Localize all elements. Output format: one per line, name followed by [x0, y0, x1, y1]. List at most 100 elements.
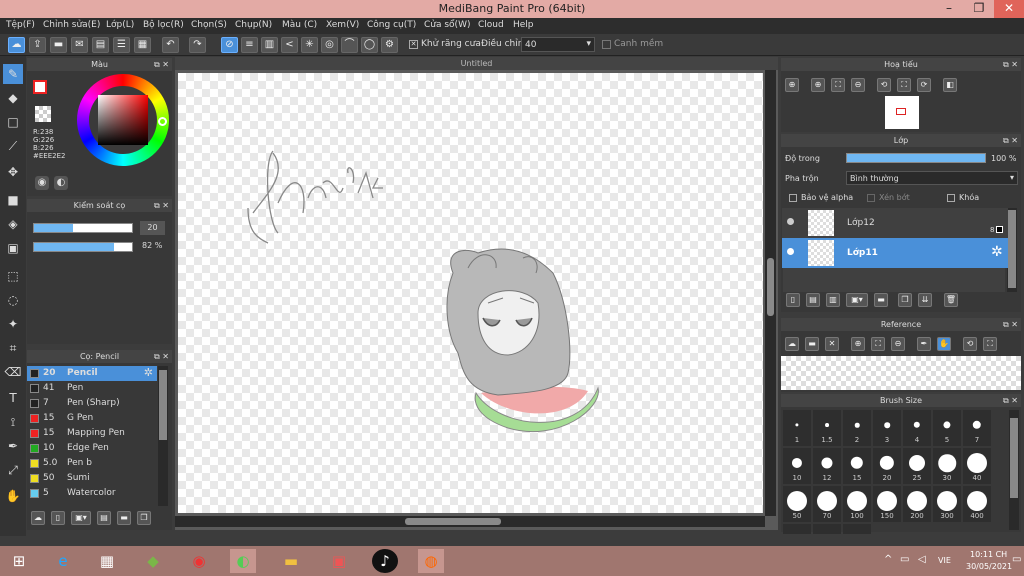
reset-icon[interactable]: ⛶ [983, 337, 997, 351]
zoom-out-icon[interactable]: ⊖ [891, 337, 905, 351]
circle-snap-icon[interactable]: ◎ [321, 37, 338, 53]
brush-size-value[interactable]: 20 [140, 221, 165, 235]
brush-size-preset[interactable]: 100 [843, 486, 871, 522]
duplicate-layer-icon[interactable]: ❐ [898, 293, 912, 307]
comment-icon[interactable]: ▬ [50, 37, 67, 53]
eyedropper-icon[interactable]: ✒ [917, 337, 931, 351]
hand-tool-icon[interactable]: ✋ [3, 486, 23, 506]
brush-tool-icon[interactable]: ✎ [3, 64, 23, 84]
radial-snap-icon[interactable]: ✳ [301, 37, 318, 53]
brush-size-preset[interactable]: 50 [783, 486, 811, 522]
cloud-icon[interactable]: ☁ [8, 37, 25, 53]
brush-item[interactable]: 7 Pen (Sharp) [27, 396, 157, 411]
brush-list-scroll-thumb[interactable] [159, 370, 167, 440]
brush-size-preset[interactable]: 30 [933, 448, 961, 484]
tiktok-icon[interactable]: ♪ [372, 549, 398, 573]
brush-size-preset[interactable]: 150 [873, 486, 901, 522]
volume-icon[interactable]: ◁ [918, 554, 926, 565]
powerpoint-icon[interactable]: ▣ [326, 549, 352, 573]
brush-size-preset[interactable]: 300 [933, 486, 961, 522]
panel-menu-icon[interactable]: ⧉ ✕ [1003, 58, 1018, 71]
clipping-checkbox[interactable] [867, 194, 875, 202]
menu-select[interactable]: Chọn(S) [191, 20, 227, 30]
brush-item[interactable]: 15 G Pen [27, 411, 157, 426]
brush-size-preset[interactable]: 3 [873, 410, 901, 446]
brush-size-slider[interactable] [33, 223, 133, 233]
blend-mode-select[interactable]: Bình thường ▾ [846, 171, 1018, 185]
eyedropper-icon[interactable]: ✒ [3, 436, 23, 456]
protect-alpha-checkbox[interactable] [789, 194, 797, 202]
brush-size-scrollbar[interactable] [1009, 410, 1019, 530]
layer-scroll-thumb[interactable] [1008, 210, 1016, 288]
lock-checkbox[interactable] [947, 194, 955, 202]
brush-size-preset[interactable]: 15 [843, 448, 871, 484]
zoom-in-icon[interactable]: ⊕ [785, 78, 799, 92]
notification-icon[interactable]: ▭ [1012, 554, 1021, 565]
copy-brush-icon[interactable]: ▤ [97, 511, 111, 525]
network-icon[interactable]: ▭ [900, 554, 909, 565]
transparent-swatch[interactable] [35, 106, 51, 122]
snap-checkbox[interactable] [602, 40, 611, 49]
palette-icon[interactable]: ◉ [35, 176, 49, 190]
cloud-icon[interactable]: ☁ [785, 337, 799, 351]
dot-tool-icon[interactable]: □ [3, 112, 23, 132]
magic-wand-icon[interactable]: ✦ [3, 314, 23, 334]
brush-size-preset[interactable] [843, 524, 871, 534]
canvas-hscroll-thumb[interactable] [405, 518, 501, 525]
duplicate-icon[interactable]: ❐ [137, 511, 151, 525]
store-icon[interactable]: ▦ [94, 549, 120, 573]
brush-size-scroll-thumb[interactable] [1010, 418, 1018, 498]
fit-icon[interactable]: ⛶ [831, 78, 845, 92]
zoom-in-icon[interactable]: ⊕ [851, 337, 865, 351]
close-button[interactable]: ✕ [994, 0, 1024, 18]
brush-size-preset[interactable]: 2 [843, 410, 871, 446]
brush-size-preset[interactable]: 12 [813, 448, 841, 484]
brush-list-scrollbar[interactable] [158, 366, 168, 506]
move-tool-icon[interactable]: ✥ [3, 162, 23, 182]
hue-wheel[interactable] [77, 74, 169, 166]
rotate-icon[interactable]: ⟲ [963, 337, 977, 351]
primary-color-swatch[interactable] [33, 80, 47, 94]
select-tool-icon[interactable]: ⬚ [3, 266, 23, 286]
menu-file[interactable]: Tệp(F) [6, 20, 35, 30]
drawing-paper[interactable] [178, 73, 763, 513]
hand-icon[interactable]: ✋ [937, 337, 951, 351]
add-brush-icon[interactable]: ▣▾ [71, 511, 91, 525]
delete-layer-icon[interactable]: 🗑 [944, 293, 958, 307]
brush-size-preset[interactable]: 10 [783, 448, 811, 484]
file-explorer-icon[interactable]: ▬ [278, 549, 304, 573]
new-brush-icon[interactable]: ▯ [51, 511, 65, 525]
brush-size-preset[interactable]: 400 [963, 486, 991, 522]
menu-color[interactable]: Màu (C) [282, 20, 317, 30]
blur-tool-icon[interactable]: ⟋ [3, 136, 23, 156]
open-folder-icon[interactable]: ▬ [805, 337, 819, 351]
saturation-value-square[interactable] [98, 95, 148, 145]
gear-icon[interactable]: ✲ [991, 244, 1003, 260]
merge-layer-icon[interactable]: ⇊ [918, 293, 932, 307]
brush-item[interactable]: 5 Watercolor [27, 486, 157, 501]
brush-size-preset[interactable]: 40 [963, 448, 991, 484]
select-pen-icon[interactable]: ⌗ [3, 338, 23, 358]
gear-icon[interactable]: ✲ [144, 366, 153, 379]
rotate-right-icon[interactable]: ⟳ [917, 78, 931, 92]
fill-shape-icon[interactable]: ■ [3, 190, 23, 210]
new-layer-icon[interactable]: ▯ [786, 293, 800, 307]
bucket-tool-icon[interactable]: ◈ [3, 214, 23, 234]
menu-window[interactable]: Cửa sổ(W) [424, 20, 470, 30]
page-icon[interactable]: ▤ [92, 37, 109, 53]
brush-item[interactable]: 41 Pen [27, 381, 157, 396]
brush-size-preset[interactable]: 1 [783, 410, 811, 446]
restore-button[interactable]: ❐ [964, 0, 994, 18]
antialias-checkbox[interactable]: ✕ [409, 40, 418, 49]
close-icon[interactable]: ✕ [825, 337, 839, 351]
panel-menu-icon[interactable]: ⧉ ✕ [154, 199, 169, 212]
select-eraser-icon[interactable]: ⌫ [3, 362, 23, 382]
zoom-out-icon[interactable]: ⊖ [851, 78, 865, 92]
new-halftone-layer-icon[interactable]: ▤ [806, 293, 820, 307]
panel-menu-icon[interactable]: ⧉ ✕ [154, 58, 169, 71]
eraser-tool-icon[interactable]: ◆ [3, 88, 23, 108]
brush-item[interactable]: 10 Edge Pen [27, 441, 157, 456]
scroll-tool-icon[interactable]: ⤢ [3, 460, 23, 480]
panel-menu-icon[interactable]: ⧉ ✕ [154, 350, 169, 363]
zalo-icon[interactable]: ◐ [230, 549, 256, 573]
